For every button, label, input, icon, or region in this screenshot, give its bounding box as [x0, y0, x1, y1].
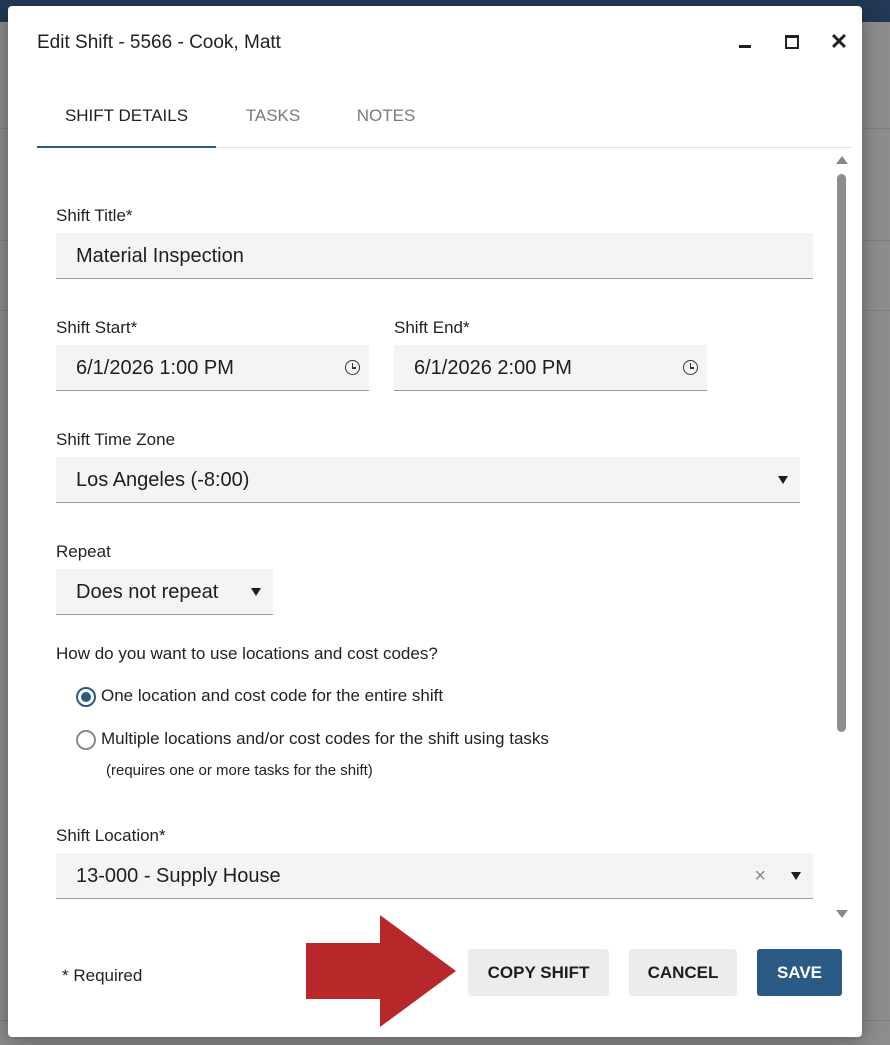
radio-multiple-locations[interactable] — [76, 730, 96, 750]
repeat-label: Repeat — [56, 542, 111, 561]
chevron-down-icon — [791, 872, 801, 880]
radio-one-location[interactable] — [76, 687, 96, 707]
shift-location-select[interactable]: 13-000 - Supply House × — [56, 853, 813, 899]
save-button[interactable]: SAVE — [757, 949, 842, 996]
scroll-up-icon[interactable] — [836, 156, 848, 164]
clear-icon[interactable]: × — [754, 853, 766, 899]
shift-location-value: 13-000 - Supply House — [76, 865, 281, 887]
radio-one-location-label[interactable]: One location and cost code for the entir… — [101, 686, 443, 706]
shift-title-label: Shift Title* — [56, 206, 133, 225]
cancel-button[interactable]: CANCEL — [629, 949, 737, 996]
shift-start-input[interactable]: 6/1/2026 1:00 PM — [56, 345, 369, 391]
shift-title-input[interactable]: Material Inspection — [56, 233, 813, 279]
shift-start-label: Shift Start* — [56, 318, 138, 337]
shift-end-input[interactable]: 6/1/2026 2:00 PM — [394, 345, 707, 391]
scrollbar[interactable] — [834, 156, 848, 918]
chevron-down-icon — [251, 588, 261, 596]
maximize-icon[interactable] — [778, 28, 806, 56]
scroll-down-icon[interactable] — [836, 910, 848, 918]
tab-tasks[interactable]: TASKS — [234, 90, 312, 146]
shift-start-value: 6/1/2026 1:00 PM — [76, 357, 234, 379]
shift-location-label: Shift Location* — [56, 826, 166, 845]
time-zone-label: Shift Time Zone — [56, 430, 176, 449]
repeat-select[interactable]: Does not repeat — [56, 569, 273, 615]
chevron-down-icon — [778, 476, 788, 484]
shift-end-value: 6/1/2026 2:00 PM — [414, 357, 572, 379]
copy-shift-button[interactable]: COPY SHIFT — [468, 949, 609, 996]
tab-shift-details[interactable]: SHIFT DETAILS — [37, 90, 216, 148]
tab-bar: SHIFT DETAILS TASKS NOTES — [37, 90, 853, 148]
scroll-thumb[interactable] — [837, 174, 846, 732]
tab-notes[interactable]: NOTES — [347, 90, 425, 146]
clock-icon[interactable] — [683, 360, 698, 375]
repeat-value: Does not repeat — [76, 581, 219, 603]
time-zone-value: Los Angeles (-8:00) — [76, 469, 250, 491]
dialog-title: Edit Shift - 5566 - Cook, Matt — [37, 32, 281, 53]
multiple-locations-hint: (requires one or more tasks for the shif… — [106, 762, 373, 779]
required-note: * Required — [62, 966, 143, 985]
radio-multiple-locations-label[interactable]: Multiple locations and/or cost codes for… — [101, 729, 549, 749]
time-zone-select[interactable]: Los Angeles (-8:00) — [56, 457, 800, 503]
location-mode-question: How do you want to use locations and cos… — [56, 644, 438, 663]
minimize-icon[interactable] — [731, 28, 759, 56]
shift-end-label: Shift End* — [394, 318, 470, 337]
close-icon[interactable]: ✕ — [825, 28, 853, 56]
edit-shift-dialog: Edit Shift - 5566 - Cook, Matt ✕ SHIFT D… — [8, 6, 862, 1037]
arrow-annotation-icon — [306, 915, 456, 1027]
clock-icon[interactable] — [345, 360, 360, 375]
